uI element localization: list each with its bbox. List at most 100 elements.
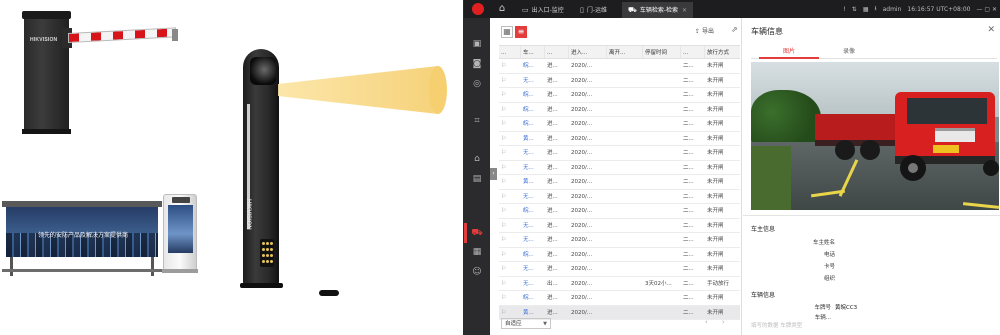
table-cell: 2020/... bbox=[571, 222, 593, 229]
col-header[interactable]: ... bbox=[499, 46, 521, 58]
bulb-icon[interactable]: ◎ bbox=[470, 78, 484, 90]
export-button[interactable]: ⇪ 导出 bbox=[695, 26, 714, 35]
col-header[interactable]: 离开... bbox=[607, 46, 643, 58]
table-row[interactable]: ⚐ 黄... 进... 2020/... 二... 未开闸 bbox=[499, 175, 740, 190]
flag-icon: ⚐ bbox=[501, 265, 507, 272]
scan-icon[interactable]: ⌗ bbox=[470, 115, 484, 127]
tab-close-icon[interactable]: ✕ bbox=[682, 7, 687, 14]
table-row[interactable]: ⚐ 皖... 进... 2020/... 二... 未开闸 bbox=[499, 204, 740, 219]
user-settings-icon[interactable]: ☺ bbox=[470, 266, 484, 278]
page-size-select[interactable]: 自适应 ▼ bbox=[501, 318, 551, 329]
table-cell: 无... bbox=[523, 237, 534, 243]
top-bar: ⌂ ▭ 出入口-监控 ▯ 门-运维 ⛟ 车辆检索-检索 ✕ ! ⇅ ▦ ⭳ admin … bbox=[464, 0, 1000, 18]
col-header[interactable]: 车... bbox=[521, 46, 545, 58]
table-row[interactable]: ⚐ 无... 进... 2020/... 二... 未开闸 bbox=[499, 161, 740, 175]
detail-tabs: 图片 录像 bbox=[751, 45, 997, 59]
table-cell bbox=[607, 233, 643, 247]
table-cell: 2020/... bbox=[571, 208, 593, 214]
camera-icon[interactable]: ◙ bbox=[470, 58, 484, 70]
table-cell: 无... bbox=[523, 164, 534, 171]
table-row[interactable]: ⚐ 无... 进... 2020/... 二... 未开闸 bbox=[499, 219, 740, 233]
table-cell: 黄... bbox=[523, 135, 534, 142]
tab-image[interactable]: 图片 bbox=[759, 45, 819, 59]
owner-label: 车主姓名 bbox=[812, 240, 835, 246]
next-page-icon[interactable]: › bbox=[722, 318, 725, 326]
table-cell bbox=[607, 204, 643, 218]
table-row[interactable]: ⚐ 皖... 进... 2020/... 二... 未开闸 bbox=[499, 88, 740, 103]
list-view-icon[interactable]: ≡ bbox=[515, 26, 527, 38]
col-header[interactable]: 进入... bbox=[569, 46, 607, 58]
left-sidebar: ▣ ◙ ◎ ⌗ ⌂ ▤ ⛟ ▦ ☺ bbox=[464, 18, 490, 335]
collapse-handle-icon[interactable]: ‹ bbox=[490, 168, 497, 180]
table-row[interactable]: ⚐ 皖... 进... 2020/... 二... 未开闸 bbox=[499, 117, 740, 132]
table-row[interactable]: ⚐ 无... 进... 2020/... 二... 未开闸 bbox=[499, 74, 740, 88]
table-cell bbox=[643, 219, 681, 233]
table-cell: 未开闸 bbox=[707, 77, 724, 84]
table-cell: 无... bbox=[523, 150, 534, 156]
lpr-brand-label: HIKVISION bbox=[245, 199, 251, 230]
table-cell: 皖... bbox=[523, 251, 534, 258]
table-cell: 皖... bbox=[523, 92, 534, 98]
table-cell bbox=[643, 262, 681, 276]
table-cell: 皖... bbox=[523, 121, 534, 127]
table-cell: 二... bbox=[683, 237, 694, 243]
table-cell: 进... bbox=[547, 150, 558, 156]
close-icon[interactable]: ✕ bbox=[987, 25, 995, 35]
table-cell: 无... bbox=[523, 266, 534, 272]
col-header[interactable]: 放行方式 bbox=[705, 46, 740, 58]
table-cell: 进... bbox=[547, 208, 558, 214]
app-logo-icon[interactable] bbox=[472, 3, 484, 15]
vehicle-capture-photo[interactable] bbox=[751, 62, 999, 210]
table-cell bbox=[607, 291, 643, 305]
table-row[interactable]: ⚐ 无... 进... 2020/... 二... 未开闸 bbox=[499, 146, 740, 161]
tab-video[interactable]: 录像 bbox=[819, 45, 879, 59]
prev-page-icon[interactable]: ‹ bbox=[705, 318, 708, 326]
table-cell bbox=[643, 59, 681, 73]
vehicle-icon[interactable]: ⛟ bbox=[470, 227, 484, 239]
image-icon[interactable]: ▣ bbox=[470, 38, 484, 50]
table-cell: 3天02小... bbox=[645, 280, 672, 287]
transfer-icon[interactable]: ⇅ bbox=[852, 6, 857, 13]
table-row[interactable]: ⚐ 黄... 进... 2020/... 二... 未开闸 bbox=[499, 132, 740, 146]
tab-door-maintenance[interactable]: ▯ 门-运维 bbox=[574, 2, 613, 18]
popout-icon[interactable]: ⇗ bbox=[731, 25, 738, 34]
table-row[interactable]: ⚐ 无... 进... 2020/... 二... 未开闸 bbox=[499, 262, 740, 277]
flag-icon: ⚐ bbox=[501, 62, 507, 69]
table-cell bbox=[607, 74, 643, 88]
table-cell bbox=[607, 132, 643, 146]
col-header[interactable]: 停留时间 bbox=[643, 46, 681, 58]
alarm-icon[interactable]: ! bbox=[843, 6, 845, 13]
window-buttons-icon[interactable]: — ▢ ✕ bbox=[976, 6, 997, 13]
table-row[interactable]: ⚐ 皖... 进... 2020/... 二... 未开闸 bbox=[499, 59, 740, 74]
fence-caption: 领先的安防产品及解决方案提供商 bbox=[37, 232, 128, 239]
table-row[interactable]: ⚐ 无... 进... 2020/... 二... 未开闸 bbox=[499, 233, 740, 248]
home-icon[interactable]: ⌂ bbox=[494, 2, 510, 16]
table-cell bbox=[607, 175, 643, 189]
table-row[interactable]: ⚐ 无... 进... 2020/... 二... 未开闸 bbox=[499, 190, 740, 204]
table-cell: 进... bbox=[547, 92, 558, 98]
building-icon[interactable]: ⌂ bbox=[470, 153, 484, 165]
user-name[interactable]: admin bbox=[883, 6, 902, 13]
table-cell: 进... bbox=[547, 106, 558, 113]
lpr-camera-pole: HIKVISION bbox=[243, 49, 279, 286]
table-row[interactable]: ⚐ 皖... 进... 2020/... 二... 未开闸 bbox=[499, 248, 740, 262]
flag-icon: ⚐ bbox=[501, 105, 507, 113]
barrier-arm bbox=[68, 27, 176, 43]
tab-vehicle-search[interactable]: ⛟ 车辆检索-检索 ✕ bbox=[622, 2, 694, 18]
document-icon[interactable]: ▤ bbox=[470, 173, 484, 185]
stats-icon[interactable]: ▦ bbox=[863, 6, 869, 13]
grid-icon[interactable]: ▦ bbox=[470, 246, 484, 258]
col-header[interactable]: ... bbox=[681, 46, 705, 58]
table-cell: 无... bbox=[523, 77, 534, 84]
table-row[interactable]: ⚐ 无... 出... 2020/... 3天02小... 二... 手动放行 bbox=[499, 277, 740, 291]
table-row[interactable]: ⚐ 皖... 进... 2020/... 二... 未开闸 bbox=[499, 103, 740, 117]
table-cell bbox=[643, 175, 681, 189]
col-header[interactable]: ... bbox=[545, 46, 569, 58]
grid-view-icon[interactable]: ▦ bbox=[501, 26, 513, 38]
table-row[interactable]: ⚐ 皖... 进... 2020/... 二... 未开闸 bbox=[499, 291, 740, 306]
barrier-arm-tip bbox=[172, 29, 178, 41]
table-cell: 进... bbox=[547, 179, 558, 185]
detail-title: 车辆信息 bbox=[751, 27, 783, 36]
tab-entrance-monitor[interactable]: ▭ 出入口-监控 bbox=[516, 2, 570, 18]
download-icon[interactable]: ⭳ bbox=[874, 4, 876, 14]
